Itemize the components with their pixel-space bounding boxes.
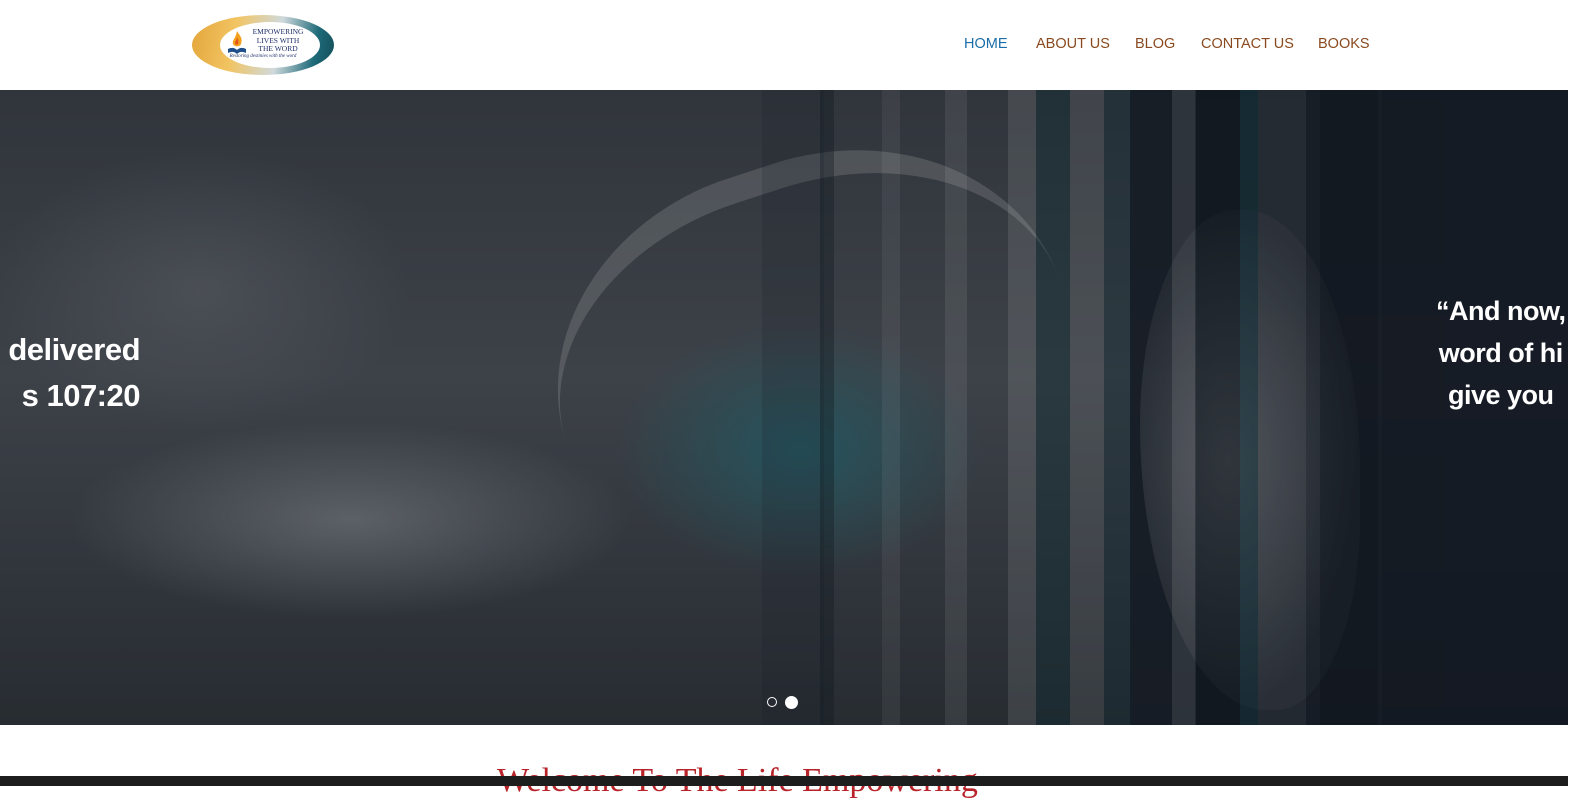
transition-strip (1320, 90, 1378, 725)
flame-bible-icon (228, 31, 246, 54)
slide-text-left: delivered s 107:20 (0, 327, 140, 419)
site-header: EMPOWERING LIVES WITH THE WORD Restoring… (0, 0, 1581, 90)
transition-strip (1382, 90, 1444, 725)
slide-text-right: “And now, word of hi give you (1436, 290, 1566, 416)
slide-left-line-1: delivered (8, 332, 140, 367)
transition-strip (1008, 90, 1036, 725)
slider-dots (767, 695, 798, 709)
nav-blog[interactable]: BLOG (1135, 36, 1175, 52)
slide-right-line-2: word of hi (1438, 338, 1563, 368)
transition-strip (820, 90, 834, 725)
slide-right-line-1: “And now, (1436, 296, 1566, 326)
transition-strip (882, 90, 900, 725)
nav-books[interactable]: BOOKS (1318, 36, 1370, 52)
hero-slider[interactable]: delivered s 107:20 “And now, word of hi … (0, 90, 1568, 725)
transition-strip (1104, 90, 1132, 725)
nav-contact-us[interactable]: CONTACT US (1201, 36, 1294, 52)
transition-strip (1036, 90, 1070, 725)
nav-home[interactable]: HOME (964, 36, 1008, 52)
slider-dot-1[interactable] (767, 697, 777, 707)
slide-left-line-2: s 107:20 (21, 378, 141, 413)
logo-line-3: THE WORD (258, 44, 298, 53)
bottom-bar (0, 776, 1568, 786)
transition-strip (1172, 90, 1196, 725)
transition-strip (1240, 90, 1258, 725)
site-logo[interactable]: EMPOWERING LIVES WITH THE WORD Restoring… (192, 15, 334, 75)
logo-tagline: Restoring destinies with the word (229, 54, 297, 59)
transition-strip (1258, 90, 1306, 725)
transition-strip (762, 90, 824, 725)
slide-right-line-3: give you (1447, 380, 1554, 410)
logo-text: EMPOWERING LIVES WITH THE WORD (248, 27, 308, 54)
transition-strip (945, 90, 967, 725)
transition-strip (1195, 90, 1240, 725)
transition-strip (1070, 90, 1104, 725)
nav-about-us[interactable]: ABOUT US (1036, 36, 1110, 52)
slider-dot-2[interactable] (785, 695, 798, 709)
